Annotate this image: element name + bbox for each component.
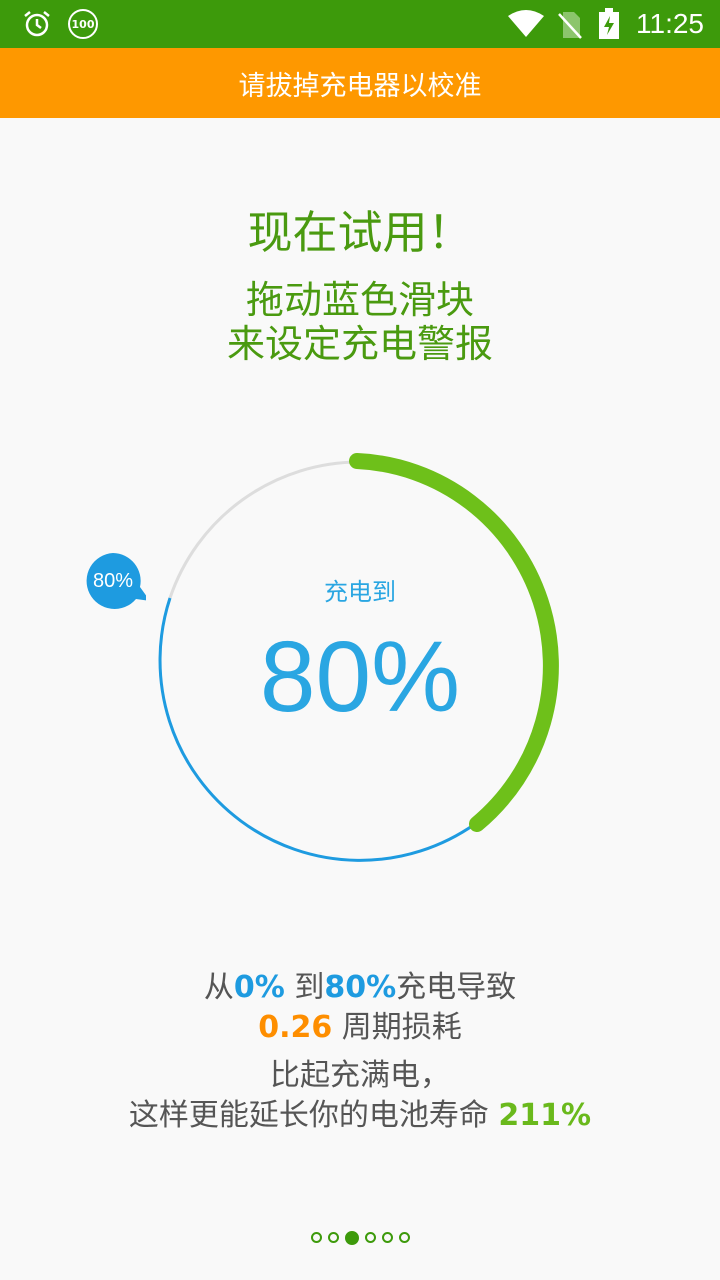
battery-life-value: 211%	[498, 1098, 592, 1133]
cycle-loss-label: 周期损耗	[332, 1010, 462, 1045]
alarm-icon	[24, 11, 50, 37]
page-indicator[interactable]	[0, 1231, 720, 1245]
page-dot[interactable]	[327, 1232, 339, 1243]
gauge-value: 80%	[259, 621, 461, 733]
page-dot[interactable]	[310, 1232, 322, 1243]
battery-charging-icon	[599, 8, 619, 39]
info-line-1: 从0% 到80%充电导致	[0, 968, 720, 1008]
wifi-icon	[508, 10, 544, 37]
status-bar: 100 11:25	[0, 0, 720, 48]
info-to-value: 80%	[324, 970, 397, 1005]
info-line-4: 这样更能延长你的电池寿命 211%	[0, 1096, 720, 1136]
clock-time: 11:25	[636, 8, 704, 39]
battery-info: 从0% 到80%充电导致 0.26 周期损耗 比起充满电， 这样更能延长你的电池…	[0, 968, 720, 1136]
page-dot[interactable]	[344, 1231, 359, 1245]
instructions-line-1: 拖动蓝色滑块	[245, 278, 474, 322]
info-line-3: 比起充满电，	[270, 1058, 450, 1093]
info-text-to: 到	[284, 970, 325, 1005]
cycle-loss-value: 0.26	[258, 1010, 333, 1045]
banner-text: 请拔掉充电器以校准	[238, 70, 482, 102]
badge-100-icon: 100	[68, 9, 98, 39]
info-from-value: 0%	[233, 970, 285, 1005]
info-text-from: 从	[203, 970, 234, 1005]
page-title: 现在试用！	[247, 206, 473, 259]
no-sim-icon	[558, 12, 582, 39]
page-dot[interactable]	[364, 1232, 376, 1243]
instructions: 拖动蓝色滑块 来设定充电警报	[0, 278, 720, 366]
slider-handle-label: 80%	[92, 570, 134, 592]
unplug-charger-banner[interactable]: 请拔掉充电器以校准	[0, 48, 720, 118]
badge-100-text: 100	[71, 17, 95, 31]
instructions-line-2: 来设定充电警报	[226, 322, 493, 366]
info-line-2: 0.26 周期损耗	[0, 1008, 720, 1048]
info-text-causes: 充电导致	[396, 970, 517, 1005]
battery-life-label: 这样更能延长你的电池寿命	[128, 1098, 499, 1133]
page-dot[interactable]	[398, 1232, 410, 1243]
charge-gauge[interactable]: 充电到 80%	[0, 440, 720, 890]
page-dot[interactable]	[381, 1232, 393, 1243]
